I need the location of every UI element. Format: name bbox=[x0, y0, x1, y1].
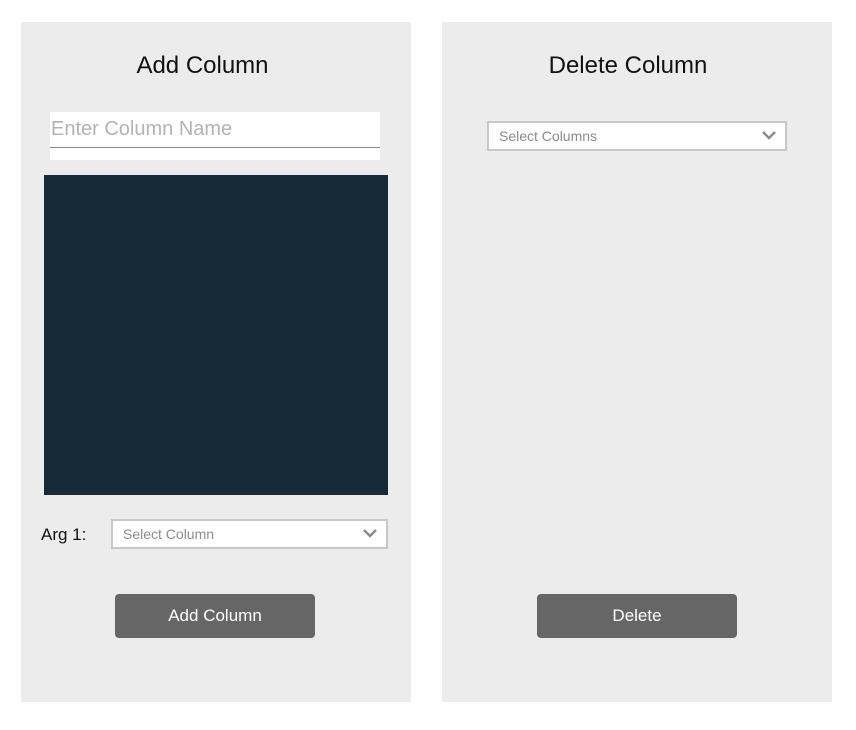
chevron-down-icon bbox=[762, 131, 776, 140]
arg1-select-placeholder: Select Column bbox=[123, 526, 215, 542]
column-name-input[interactable] bbox=[50, 112, 380, 148]
arg1-label: Arg 1: bbox=[41, 525, 87, 544]
delete-column-panel: Delete Column Select Columns Delete bbox=[442, 22, 832, 702]
delete-columns-select[interactable]: Select Columns bbox=[487, 121, 787, 151]
arg1-column-select[interactable]: Select Column bbox=[111, 519, 388, 549]
add-column-button[interactable]: Add Column bbox=[115, 594, 315, 638]
delete-button[interactable]: Delete bbox=[537, 594, 737, 638]
expression-editor[interactable] bbox=[44, 175, 388, 495]
add-column-panel: Add Column Arg 1: Select Column Add Colu… bbox=[21, 22, 411, 702]
delete-column-title: Delete Column bbox=[548, 52, 708, 79]
chevron-down-icon bbox=[363, 529, 377, 538]
column-name-field-container bbox=[50, 112, 380, 160]
delete-select-placeholder: Select Columns bbox=[499, 128, 598, 144]
add-column-title: Add Column bbox=[136, 52, 269, 79]
